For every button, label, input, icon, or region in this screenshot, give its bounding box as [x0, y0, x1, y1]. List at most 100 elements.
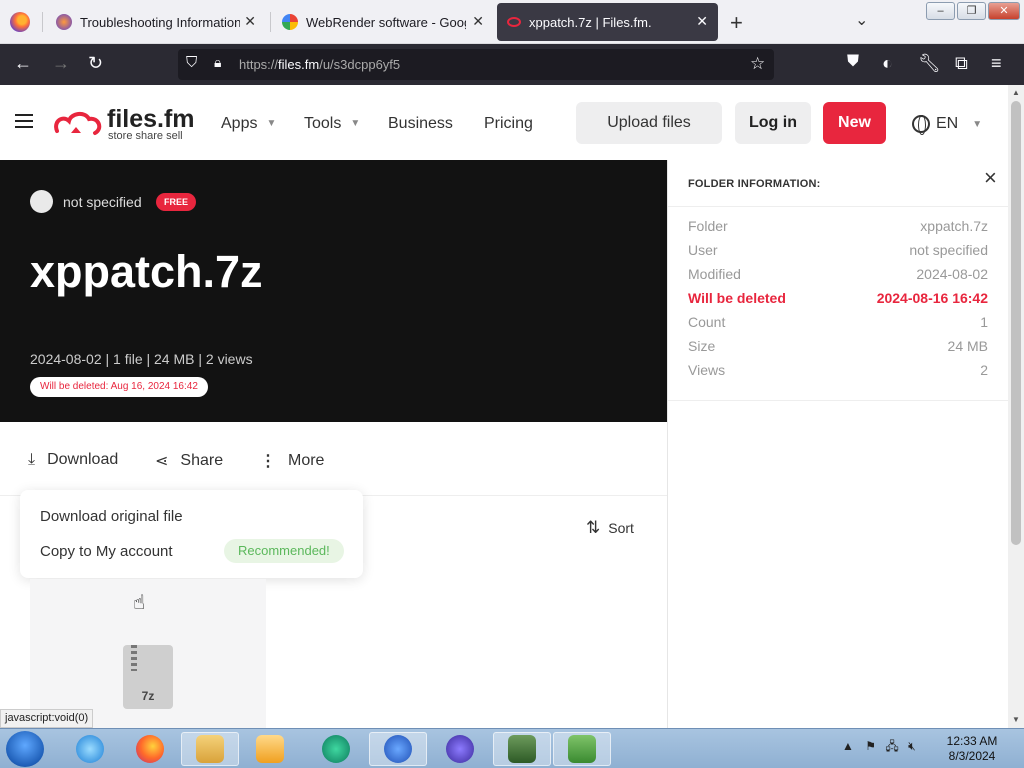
- archive-file-icon: 7z: [123, 645, 173, 709]
- maximize-button[interactable]: ❐: [957, 2, 986, 20]
- url-text: https://files.fm/u/s3dcpp6yf5: [239, 57, 401, 72]
- clock[interactable]: 12:33 AM 8/3/2024: [937, 734, 1007, 764]
- share-button[interactable]: ⋖ Share: [155, 451, 223, 471]
- taskbar-firefox-nightly[interactable]: [431, 732, 489, 766]
- upload-files-button[interactable]: Upload files: [576, 102, 722, 144]
- file-meta: 2024-08-02 | 1 file | 24 MB | 2 views: [30, 351, 253, 367]
- new-tab-plus-icon[interactable]: +: [730, 10, 743, 36]
- green-app-icon: [322, 735, 350, 763]
- download-original-file-item[interactable]: Download original file: [40, 508, 183, 525]
- flag-icon[interactable]: ⚑: [865, 739, 876, 753]
- start-button[interactable]: [6, 731, 44, 767]
- taskbar-explorer[interactable]: [181, 732, 239, 766]
- info-key: Folder: [688, 218, 728, 234]
- close-tab-icon[interactable]: ✕: [244, 13, 256, 30]
- filesfm-logo-icon[interactable]: [53, 109, 103, 139]
- more-button[interactable]: ⋮ More: [260, 451, 324, 471]
- tab-separator: [270, 12, 271, 32]
- app-menu-icon[interactable]: ≡: [991, 53, 1002, 74]
- taskbar-firefox-active[interactable]: [369, 732, 427, 766]
- nav-label: Tools: [304, 115, 342, 132]
- share-icon: ⋖: [155, 453, 169, 470]
- taskbar-firefox[interactable]: [121, 732, 179, 766]
- bookmark-star-icon[interactable]: ☆: [750, 54, 765, 74]
- plan-badge: FREE: [156, 193, 197, 211]
- caret-down-icon: ▼: [972, 118, 983, 130]
- taskbar-monitor[interactable]: [493, 732, 551, 766]
- nav-pricing[interactable]: Pricing: [484, 115, 533, 133]
- tab-title: xppatch.7z | Files.fm.: [529, 14, 652, 30]
- user-avatar: [30, 190, 53, 213]
- info-row-folder: Folder xppatch.7z: [688, 214, 988, 238]
- taskbar-ie[interactable]: [61, 732, 119, 766]
- nav-tools[interactable]: Tools ▼: [304, 115, 360, 133]
- download-dropdown-menu: Download original file Copy to My accoun…: [20, 490, 363, 578]
- recommended-badge: Recommended!: [224, 539, 344, 563]
- download-button[interactable]: ⤓ Download: [28, 451, 118, 469]
- taskbar-network[interactable]: [553, 732, 611, 766]
- folder-info-panel: FOLDER INFORMATION: × Folder xppatch.7z U…: [667, 160, 1009, 728]
- forward-arrow-icon[interactable]: →: [52, 53, 70, 74]
- tab-list-chevron-down-icon[interactable]: ⌄: [855, 10, 868, 30]
- panel-header: FOLDER INFORMATION: ×: [668, 160, 1009, 207]
- shield-icon[interactable]: ⛉: [186, 54, 197, 71]
- close-icon[interactable]: ×: [984, 165, 997, 191]
- internet-explorer-icon: [76, 735, 104, 763]
- extensions-puzzle-icon[interactable]: ⧉: [955, 53, 968, 74]
- folder-icon: [196, 735, 224, 763]
- hamburger-menu-icon[interactable]: [15, 114, 33, 128]
- page-scrollbar[interactable]: ▲ ▼: [1008, 85, 1024, 728]
- tab-troubleshooting[interactable]: Troubleshooting Information ✕: [46, 3, 266, 41]
- scrollbar-thumb[interactable]: [1011, 101, 1021, 545]
- info-value: not specified: [909, 242, 988, 258]
- account-sync-icon[interactable]: ◐: [882, 53, 893, 74]
- network-icon[interactable]: 🖧︎: [885, 739, 898, 753]
- filesfm-favicon-icon: [507, 17, 521, 27]
- language-selector[interactable]: EN ▼: [912, 115, 983, 135]
- copy-to-account-item[interactable]: Copy to My account: [40, 543, 173, 560]
- tab-webrender[interactable]: WebRender software - Google S ✕: [272, 3, 494, 41]
- close-tab-icon[interactable]: ✕: [472, 13, 484, 30]
- volume-muted-icon[interactable]: 🔇︎: [908, 739, 916, 753]
- file-hero: not specified FREE xppatch.7z 2024-08-02…: [0, 160, 667, 422]
- pocket-icon[interactable]: ⛊: [847, 53, 859, 71]
- window-close-button[interactable]: ✕: [988, 2, 1020, 20]
- scroll-up-arrow-icon[interactable]: ▲: [1012, 88, 1020, 97]
- language-label: EN: [936, 115, 959, 132]
- media-player-icon: [256, 735, 284, 763]
- sort-arrows-icon: ⇅: [586, 518, 601, 537]
- show-hidden-icons-icon[interactable]: ▲: [842, 739, 854, 753]
- wrench-icon[interactable]: 🔧︎: [918, 53, 941, 74]
- back-arrow-icon[interactable]: ←: [14, 53, 32, 74]
- file-card[interactable]: 7z: [30, 579, 266, 729]
- globe-icon: [912, 115, 930, 135]
- taskbar-media[interactable]: [241, 732, 299, 766]
- page-title: xppatch.7z: [30, 246, 263, 297]
- firefox-icon: [136, 735, 164, 763]
- minimize-button[interactable]: –: [926, 2, 955, 20]
- nav-apps[interactable]: Apps ▼: [221, 115, 276, 133]
- close-tab-icon[interactable]: ✕: [696, 13, 708, 30]
- login-button[interactable]: Log in: [735, 102, 811, 144]
- tab-separator: [42, 12, 43, 32]
- scroll-down-arrow-icon[interactable]: ▼: [1012, 715, 1020, 724]
- url-bar[interactable]: ⛉ 🔒︎ https://files.fm/u/s3dcpp6yf5 ☆: [178, 49, 774, 80]
- google-favicon-icon: [282, 14, 298, 30]
- info-value: 24 MB: [947, 338, 988, 354]
- taskbar-app[interactable]: [307, 732, 365, 766]
- info-key: Will be deleted: [688, 290, 786, 306]
- reload-icon[interactable]: ↻: [88, 53, 103, 74]
- firefox-blue-icon: [384, 735, 412, 763]
- new-button[interactable]: New: [823, 102, 886, 144]
- nav-business[interactable]: Business: [388, 115, 453, 133]
- action-bar: ⤓ Download ⋖ Share ⋮ More: [0, 422, 667, 496]
- sort-button[interactable]: ⇅ Sort: [586, 518, 634, 538]
- info-row-user: User not specified: [688, 238, 988, 262]
- browser-tab-strip: Troubleshooting Information ✕ WebRender …: [0, 0, 1024, 44]
- lock-icon[interactable]: 🔒︎: [214, 54, 221, 71]
- tab-filesfm[interactable]: xppatch.7z | Files.fm. ✕: [497, 3, 718, 41]
- firefox-menu-icon[interactable]: [10, 12, 30, 32]
- more-label: More: [288, 452, 325, 469]
- info-key: Count: [688, 314, 726, 330]
- info-row-size: Size 24 MB: [688, 334, 988, 358]
